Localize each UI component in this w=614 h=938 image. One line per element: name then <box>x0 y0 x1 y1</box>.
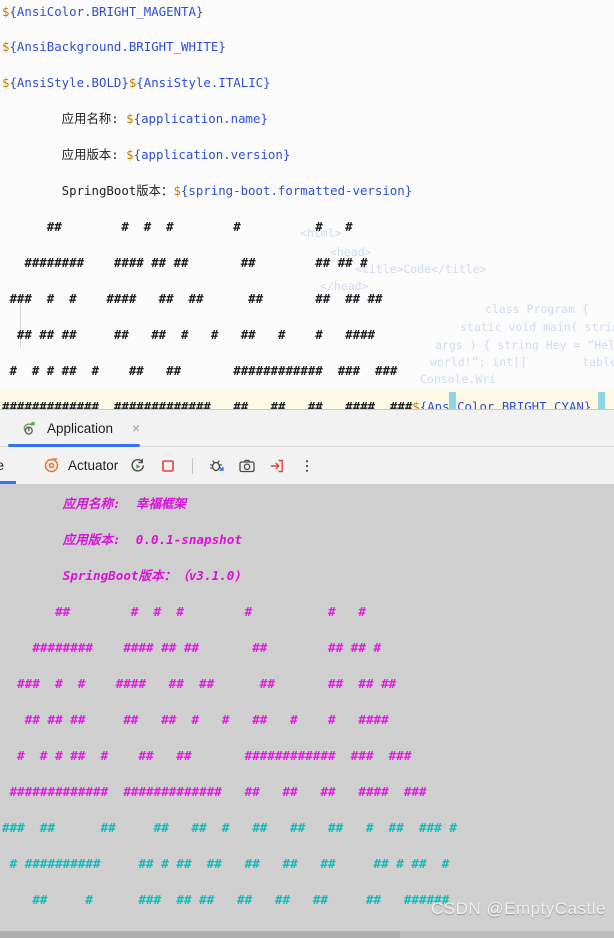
editor-line-text: ## # # # # # # <box>0 209 353 245</box>
code-editor[interactable]: <html> <head> <title>Code</title> </head> cl… <box>0 0 614 409</box>
export-icon[interactable] <box>267 456 287 476</box>
editor-line[interactable]: ${AnsiColor.BRIGHT_MAGENTA} <box>0 0 614 30</box>
debug-attach-icon[interactable] <box>207 456 227 476</box>
run-config-spring-icon <box>20 418 40 438</box>
rerun-icon[interactable] <box>128 456 148 476</box>
console-line: ## ## ## ## ## # # ## # # #### <box>0 702 614 738</box>
editor-line-text: 应用版本: ${application.version} <box>0 137 291 173</box>
console-line: 应用名称: 幸福框架 <box>0 486 614 522</box>
toolbar-separator <box>192 457 193 474</box>
console-line-text: 应用名称: 幸福框架 <box>2 496 187 511</box>
code-token: ## ## ## ## ## # # ## # # #### <box>2 327 375 342</box>
tab-application[interactable]: Application × <box>16 410 144 446</box>
sidebar-item-console[interactable]: ole <box>0 447 16 484</box>
editor-line-text: 应用名称: ${application.name} <box>0 101 268 137</box>
console-line-text: ######## #### ## ## ## ## ## # <box>2 640 382 655</box>
editor-line[interactable]: ### # # #### ## ## ## ## ## ## <box>0 281 614 317</box>
run-toolbar-icons <box>128 447 317 484</box>
code-token: {spring-boot.formatted-version} <box>180 183 413 198</box>
code-token: {AnsiColor.BRIGHT_CYAN} <box>419 399 592 409</box>
code-token: ### # # #### ## ## ## ## ## ## <box>2 291 383 306</box>
run-toolbar: ole Actuator <box>0 447 614 485</box>
code-token: 应用版本: <box>2 147 127 162</box>
editor-line-text: SpringBoot版本：${spring-boot.formatted-ver… <box>0 173 413 209</box>
console-line: 应用版本: 0.0.1-snapshot <box>0 522 614 558</box>
run-tool-window: Application × ole Actuator <box>0 409 614 938</box>
console-line-text: SpringBoot版本：（v3.1.0) <box>2 568 242 583</box>
editor-line-text: ### # # #### ## ## ## ## ## ## <box>0 281 382 317</box>
console-line-text: 应用版本: 0.0.1-snapshot <box>2 532 242 547</box>
code-token: $ <box>126 147 134 162</box>
editor-line[interactable]: ## ## ## ## ## # # ## # # #### <box>0 317 614 353</box>
code-token: ######## #### ## ## ## ## ## # <box>2 255 368 270</box>
editor-line[interactable]: ######## #### ## ## ## ## ## # <box>0 245 614 281</box>
console-scroll-thumb[interactable] <box>0 931 400 938</box>
more-options-icon[interactable] <box>297 456 317 476</box>
code-token: {AnsiStyle.ITALIC} <box>136 75 271 90</box>
code-token: ## # # # # # # <box>2 219 353 234</box>
stop-icon[interactable] <box>158 456 178 476</box>
code-token: $ <box>412 399 420 409</box>
selection-caret-end <box>598 392 605 409</box>
console-line-text: ## # # # # # # <box>2 604 366 619</box>
console-line: SpringBoot版本：（v3.1.0) <box>0 558 614 594</box>
sidebar-item-actuator[interactable]: Actuator <box>41 447 118 484</box>
tab-application-label: Application <box>47 420 114 436</box>
editor-vertical-scrollbar[interactable] <box>609 0 614 409</box>
editor-line[interactable]: SpringBoot版本：${spring-boot.formatted-ver… <box>0 173 614 209</box>
editor-line-text: ## ## ## ## ## # # ## # # #### <box>0 317 375 353</box>
editor-line[interactable]: 应用名称: ${application.name} <box>0 101 614 137</box>
code-token: {application.name} <box>133 111 268 126</box>
console-line-text: ## # ### ## ## ## ## ## ## ###### <box>2 892 450 907</box>
code-token: 应用名称: <box>2 111 127 126</box>
code-token: ############# ############# ## ## ## ###… <box>2 399 413 409</box>
code-token: {AnsiStyle.BOLD} <box>9 75 129 90</box>
code-token: {AnsiColor.BRIGHT_MAGENTA} <box>9 4 204 19</box>
code-token: {application.version} <box>133 147 291 162</box>
editor-line-text: ${AnsiStyle.BOLD}${AnsiStyle.ITALIC} <box>0 65 271 101</box>
editor-line[interactable]: ############# ############# ## ## ## ###… <box>0 389 614 409</box>
run-tab-row: Application × <box>0 410 614 447</box>
code-token: {AnsiBackground.BRIGHT_WHITE} <box>9 39 226 54</box>
editor-line[interactable]: # # # ## # ## ## ############ ### ### <box>0 353 614 389</box>
editor-line[interactable]: ${AnsiStyle.BOLD}${AnsiStyle.ITALIC} <box>0 65 614 101</box>
editor-line-text: ${AnsiColor.BRIGHT_MAGENTA} <box>0 0 203 30</box>
ide-window: <html> <head> <title>Code</title> </head> cl… <box>0 0 614 938</box>
console-line-text: ## ## ## ## ## # # ## # # #### <box>2 712 389 727</box>
editor-line[interactable]: ${AnsiBackground.BRIGHT_WHITE} <box>0 29 614 65</box>
sidebar-item-console-label: ole <box>0 458 5 473</box>
editor-text-layer[interactable]: ${AnsiColor.BRIGHT_MAGENTA} ${AnsiBackgro… <box>0 0 614 409</box>
editor-line-text: ######## #### ## ## ## ## ## # <box>0 245 368 281</box>
close-icon[interactable]: × <box>132 421 140 435</box>
console-line: ## # # # # # # <box>0 594 614 630</box>
code-token: # # # ## # ## ## ############ ### ### <box>2 363 398 378</box>
console-line: # ########## ## # ## ## ## ## ## ## # ##… <box>0 846 614 882</box>
console-line: # # # ## # ## ## ############ ### ### <box>0 738 614 774</box>
console-line-text: # # # ## # ## ## ############ ### ### <box>2 748 412 763</box>
console-line: ### ## ## ## ## # ## ## ## # ## ### # <box>0 810 614 846</box>
screenshot-icon[interactable] <box>237 456 257 476</box>
console-line: ######## #### ## ## ## ## ## # <box>0 630 614 666</box>
console-line-text: ### # # #### ## ## ## ## ## ## <box>2 676 397 691</box>
editor-line-text: ${AnsiBackground.BRIGHT_WHITE} <box>0 29 226 65</box>
console-line-text: # ########## ## # ## ## ## ## ## ## # ##… <box>2 856 450 871</box>
editor-line[interactable]: 应用版本: ${application.version} <box>0 137 614 173</box>
editor-line-text: # # # ## # ## ## ############ ### ### <box>0 353 397 389</box>
code-token: SpringBoot版本： <box>2 183 174 198</box>
code-token: $ <box>126 111 134 126</box>
console-line: ### # # #### ## ## ## ## ## ## <box>0 666 614 702</box>
console-horizontal-scrollbar[interactable] <box>0 931 614 938</box>
code-token: $ <box>173 183 181 198</box>
console-line: ############# ############# ## ## ## ###… <box>0 774 614 810</box>
console-line-text: ### ## ## ## ## # ## ## ## # ## ### # <box>2 820 457 835</box>
editor-line-text: ############# ############# ## ## ## ###… <box>0 389 591 409</box>
selection-caret-start <box>449 392 456 409</box>
actuator-icon <box>41 456 61 476</box>
console-line-text: ############# ############# ## ## ## ###… <box>2 784 427 799</box>
console-line: ## # ### ## ## ## ## ## ## ###### <box>0 882 614 918</box>
editor-line[interactable]: ## # # # # # # <box>0 209 614 245</box>
console-output[interactable]: ## # ### ## # # ## # # # # ## ###### # ## # ## ###… <box>0 484 614 938</box>
sidebar-item-actuator-label: Actuator <box>68 458 119 473</box>
